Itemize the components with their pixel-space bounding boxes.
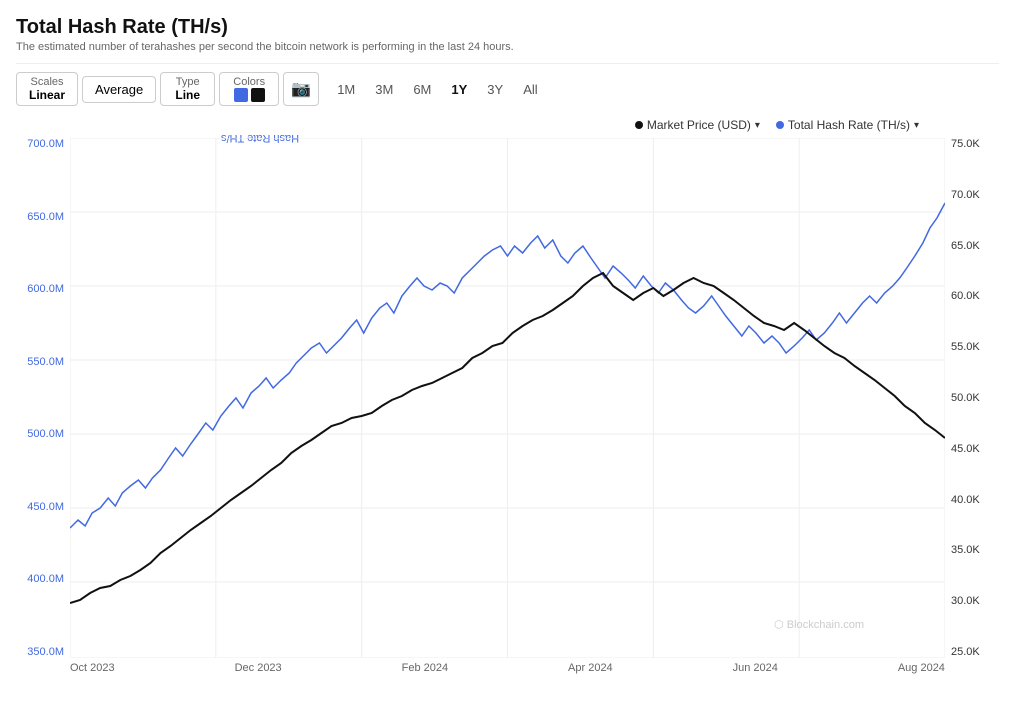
type-value: Line bbox=[175, 88, 200, 102]
y-axis-left: 700.0M 650.0M 600.0M 550.0M 500.0M 450.0… bbox=[16, 138, 70, 658]
divider bbox=[16, 63, 999, 64]
chart-svg: ⬡ Blockchain.com bbox=[70, 138, 945, 658]
y-left-600: 600.0M bbox=[27, 283, 64, 295]
y-left-500: 500.0M bbox=[27, 428, 64, 440]
y-right-45k: 45.0K bbox=[951, 443, 980, 455]
chart-wrapper: Market Price (USD) ▾ Total Hash Rate (TH… bbox=[16, 118, 999, 674]
time-btn-1m[interactable]: 1M bbox=[327, 77, 365, 102]
average-button[interactable]: Average bbox=[82, 76, 156, 103]
scales-label: Scales bbox=[30, 76, 63, 88]
y-right-25k: 25.0K bbox=[951, 646, 980, 658]
y-right-75k: 75.0K bbox=[951, 138, 980, 150]
legend-hash-rate-chevron: ▾ bbox=[914, 120, 919, 131]
page-title: Total Hash Rate (TH/s) bbox=[16, 16, 999, 39]
y-right-30k: 30.0K bbox=[951, 595, 980, 607]
legend-dot-market-price bbox=[635, 121, 643, 129]
time-btn-1y[interactable]: 1Y bbox=[441, 77, 477, 102]
swatch-blue bbox=[234, 88, 248, 102]
x-label-oct2023: Oct 2023 bbox=[70, 662, 115, 674]
y-left-350: 350.0M bbox=[27, 646, 64, 658]
y-right-65k: 65.0K bbox=[951, 240, 980, 252]
y-right-50k: 50.0K bbox=[951, 392, 980, 404]
camera-button[interactable]: 📷 bbox=[283, 72, 319, 106]
average-label: Average bbox=[95, 82, 143, 97]
legend-dot-hash-rate bbox=[776, 121, 784, 129]
colors-label: Colors bbox=[233, 76, 265, 88]
y-axis-right: 75.0K 70.0K 65.0K 60.0K 55.0K 50.0K 45.0… bbox=[945, 138, 999, 658]
time-btn-6m[interactable]: 6M bbox=[403, 77, 441, 102]
time-btn-3m[interactable]: 3M bbox=[365, 77, 403, 102]
type-button[interactable]: Type Line bbox=[160, 72, 215, 106]
scales-button[interactable]: Scales Linear bbox=[16, 72, 78, 106]
legend: Market Price (USD) ▾ Total Hash Rate (TH… bbox=[16, 118, 999, 132]
time-range-group: 1M 3M 6M 1Y 3Y All bbox=[327, 77, 547, 102]
x-label-feb2024: Feb 2024 bbox=[402, 662, 448, 674]
legend-market-price-chevron: ▾ bbox=[755, 120, 760, 131]
y-left-450: 450.0M bbox=[27, 501, 64, 513]
legend-market-price-label: Market Price (USD) bbox=[647, 118, 751, 132]
scales-value: Linear bbox=[29, 88, 65, 102]
x-axis: Oct 2023 Dec 2023 Feb 2024 Apr 2024 Jun … bbox=[16, 662, 999, 674]
y-right-70k: 70.0K bbox=[951, 189, 980, 201]
y-right-60k: 60.0K bbox=[951, 290, 980, 302]
y-left-550: 550.0M bbox=[27, 356, 64, 368]
y-right-40k: 40.0K bbox=[951, 494, 980, 506]
x-label-apr2024: Apr 2024 bbox=[568, 662, 613, 674]
chart-area: Hash Rate TH/s 700.0M 650.0M 600.0M 550.… bbox=[16, 138, 999, 658]
legend-hash-rate-label: Total Hash Rate (TH/s) bbox=[788, 118, 910, 132]
watermark-text: ⬡ Blockchain.com bbox=[774, 619, 864, 631]
y-left-650: 650.0M bbox=[27, 211, 64, 223]
page-subtitle: The estimated number of terahashes per s… bbox=[16, 41, 999, 53]
y-right-55k: 55.0K bbox=[951, 341, 980, 353]
legend-market-price: Market Price (USD) ▾ bbox=[635, 118, 760, 132]
x-label-jun2024: Jun 2024 bbox=[733, 662, 778, 674]
legend-hash-rate: Total Hash Rate (TH/s) ▾ bbox=[776, 118, 919, 132]
x-label-aug2024: Aug 2024 bbox=[898, 662, 945, 674]
camera-icon: 📷 bbox=[291, 79, 311, 99]
time-btn-3y[interactable]: 3Y bbox=[477, 77, 513, 102]
y-right-35k: 35.0K bbox=[951, 544, 980, 556]
y-axis-left-wrapper: Hash Rate TH/s 700.0M 650.0M 600.0M 550.… bbox=[16, 138, 70, 658]
swatch-black bbox=[251, 88, 265, 102]
colors-button[interactable]: Colors bbox=[219, 72, 279, 106]
x-label-dec2023: Dec 2023 bbox=[235, 662, 282, 674]
chart-svg-element: ⬡ Blockchain.com bbox=[70, 138, 945, 658]
time-btn-all[interactable]: All bbox=[513, 77, 547, 102]
y-left-400: 400.0M bbox=[27, 573, 64, 585]
color-swatches bbox=[234, 88, 265, 102]
type-label: Type bbox=[176, 76, 200, 88]
main-container: Total Hash Rate (TH/s) The estimated num… bbox=[0, 0, 1015, 682]
toolbar: Scales Linear Average Type Line Colors 📷… bbox=[16, 72, 999, 106]
